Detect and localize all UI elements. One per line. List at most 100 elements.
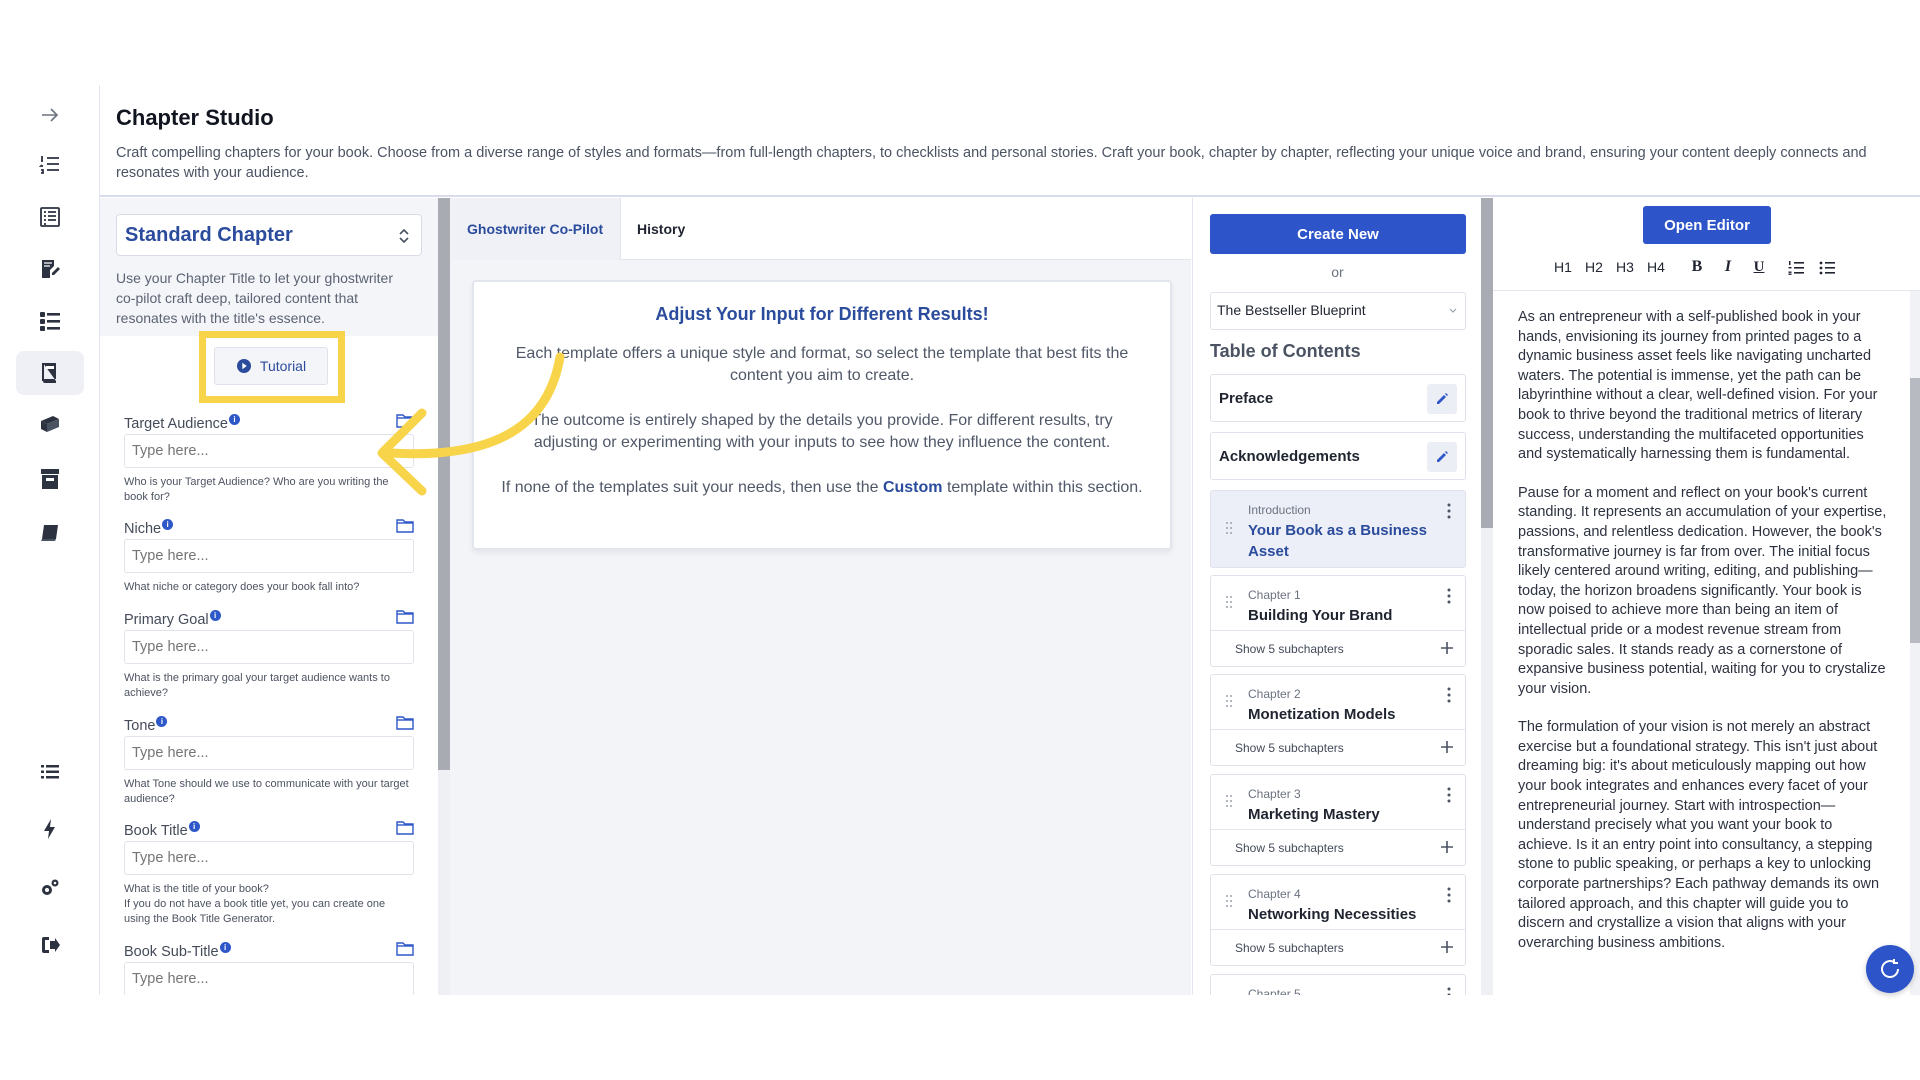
toc-item-chapter-3[interactable]: Chapter 3 Marketing Mastery Show 5 subch…: [1210, 774, 1466, 866]
books-icon[interactable]: [16, 403, 84, 447]
expand-arrow-icon[interactable]: [16, 93, 84, 137]
numbered-list-icon[interactable]: [16, 142, 84, 186]
info-icon[interactable]: i: [209, 610, 221, 621]
drag-handle-icon[interactable]: [1225, 521, 1233, 535]
folder-icon[interactable]: [396, 940, 414, 956]
italic-button[interactable]: I: [1718, 258, 1738, 276]
chapter-type-value: Standard Chapter: [125, 224, 293, 246]
editor-content[interactable]: As an entrepreneur with a self-published…: [1518, 308, 1888, 972]
bold-button[interactable]: B: [1687, 258, 1707, 276]
open-editor-button[interactable]: Open Editor: [1643, 206, 1771, 244]
edit-button[interactable]: [1427, 384, 1457, 414]
heading-4-button[interactable]: H4: [1646, 259, 1666, 275]
more-vertical-icon[interactable]: [1447, 588, 1451, 604]
heading-3-button[interactable]: H3: [1615, 259, 1635, 275]
bolt-icon[interactable]: [16, 807, 84, 851]
scrollbar-thumb[interactable]: [1910, 378, 1920, 643]
folder-icon[interactable]: [396, 517, 414, 533]
more-vertical-icon[interactable]: [1447, 887, 1451, 903]
drag-handle-icon[interactable]: [1225, 894, 1233, 908]
field-hint: What is the primary goal your target aud…: [124, 672, 390, 699]
archive-icon[interactable]: [16, 457, 84, 501]
more-vertical-icon[interactable]: [1447, 987, 1451, 995]
toc-item-acknowledgements[interactable]: Acknowledgements: [1210, 432, 1466, 480]
show-subchapters-label: Show 5 subchapters: [1235, 941, 1344, 955]
editor-toolbar: H1 H2 H3 H4 B I U: [1553, 256, 1837, 278]
book-title-input[interactable]: [124, 841, 414, 875]
assistant-fab-button[interactable]: [1866, 945, 1914, 993]
info-icon[interactable]: i: [162, 519, 174, 530]
toc-panel: Create New or The Bestseller Blueprint T…: [1192, 198, 1481, 995]
chapter-type-section: Standard Chapter Use your Chapter Title …: [100, 198, 438, 336]
edit-button[interactable]: [1427, 442, 1457, 472]
editor-scrollbar[interactable]: [1910, 378, 1920, 995]
settings-gears-icon[interactable]: [16, 866, 84, 910]
toc-item-label: Acknowledgements: [1219, 448, 1360, 465]
more-vertical-icon[interactable]: [1447, 687, 1451, 703]
heading-1-button[interactable]: H1: [1553, 259, 1573, 275]
checklist-icon[interactable]: [16, 299, 84, 343]
toc-scrollbar[interactable]: [1481, 198, 1493, 995]
field-label: Niche i: [124, 519, 174, 537]
show-subchapters-row[interactable]: Show 5 subchapters: [1211, 929, 1465, 966]
tone-input[interactable]: [124, 736, 414, 770]
or-divider: or: [1331, 264, 1344, 280]
folder-icon[interactable]: [396, 608, 414, 624]
list-icon[interactable]: [16, 750, 84, 794]
show-subchapters-row[interactable]: Show 5 subchapters: [1211, 630, 1465, 667]
folder-icon[interactable]: [396, 714, 414, 730]
underline-button[interactable]: U: [1749, 259, 1769, 276]
field-label: Target Audience i: [124, 414, 240, 432]
drag-handle-icon[interactable]: [1225, 694, 1233, 708]
toc-item-chapter-1[interactable]: Chapter 1 Building Your Brand Show 5 sub…: [1210, 575, 1466, 667]
chapter-number: Introduction: [1248, 503, 1311, 517]
scrollbar-thumb[interactable]: [1481, 198, 1493, 528]
plus-icon[interactable]: [1439, 739, 1455, 755]
chevron-updown-icon: [399, 228, 409, 244]
create-new-button[interactable]: Create New: [1210, 214, 1466, 254]
toc-item-chapter-4[interactable]: Chapter 4 Networking Necessities Show 5 …: [1210, 874, 1466, 966]
form-scrollbar[interactable]: [438, 198, 450, 995]
drag-handle-icon[interactable]: [1225, 595, 1233, 609]
logout-icon[interactable]: [16, 923, 84, 967]
chapter-type-select[interactable]: Standard Chapter: [116, 214, 422, 256]
refresh-spinner-icon: [1881, 959, 1900, 978]
chapter-number: Chapter 4: [1248, 887, 1301, 901]
info-icon[interactable]: i: [156, 716, 168, 727]
show-subchapters-row[interactable]: Show 5 subchapters: [1211, 829, 1465, 866]
more-vertical-icon[interactable]: [1447, 787, 1451, 803]
plus-icon[interactable]: [1439, 939, 1455, 955]
plus-icon[interactable]: [1439, 640, 1455, 656]
book-icon[interactable]: [16, 511, 84, 555]
info-icon[interactable]: i: [219, 942, 231, 953]
field-label: Book Title i: [124, 821, 200, 839]
custom-template-link[interactable]: Custom: [883, 479, 943, 496]
show-subchapters-row[interactable]: Show 5 subchapters: [1211, 729, 1465, 766]
book-select-value: The Bestseller Blueprint: [1217, 302, 1366, 318]
toc-item-preface[interactable]: Preface: [1210, 374, 1466, 422]
chapter-studio-icon[interactable]: [16, 351, 84, 395]
plus-icon[interactable]: [1439, 839, 1455, 855]
drag-handle-icon[interactable]: [1225, 794, 1233, 808]
pen-document-icon[interactable]: [16, 247, 84, 291]
more-vertical-icon[interactable]: [1447, 503, 1451, 519]
niche-input[interactable]: [124, 539, 414, 573]
toc-item-chapter-5[interactable]: Chapter 5: [1210, 974, 1466, 995]
ordered-list-button[interactable]: [1786, 259, 1806, 276]
toc-item-chapter-2[interactable]: Chapter 2 Monetization Models Show 5 sub…: [1210, 674, 1466, 766]
primary-goal-input[interactable]: [124, 630, 414, 664]
book-subtitle-input[interactable]: [124, 962, 414, 995]
tab-history[interactable]: History: [620, 198, 702, 260]
field-label: Tone i: [124, 716, 168, 734]
info-icon[interactable]: i: [188, 821, 200, 832]
folder-icon[interactable]: [396, 819, 414, 835]
document-list-icon[interactable]: [16, 195, 84, 239]
toc-item-introduction[interactable]: Introduction Your Book as a Business Ass…: [1210, 490, 1466, 568]
info-icon[interactable]: i: [229, 414, 240, 425]
message-title: Adjust Your Input for Different Results!: [655, 304, 989, 324]
bullet-list-button[interactable]: [1817, 259, 1837, 275]
tab-ghostwriter-copilot[interactable]: Ghostwriter Co-Pilot: [450, 198, 622, 260]
heading-2-button[interactable]: H2: [1584, 259, 1604, 275]
book-select[interactable]: The Bestseller Blueprint: [1210, 292, 1466, 330]
app-frame: Chapter Studio Craft compelling chapters…: [0, 85, 1920, 995]
